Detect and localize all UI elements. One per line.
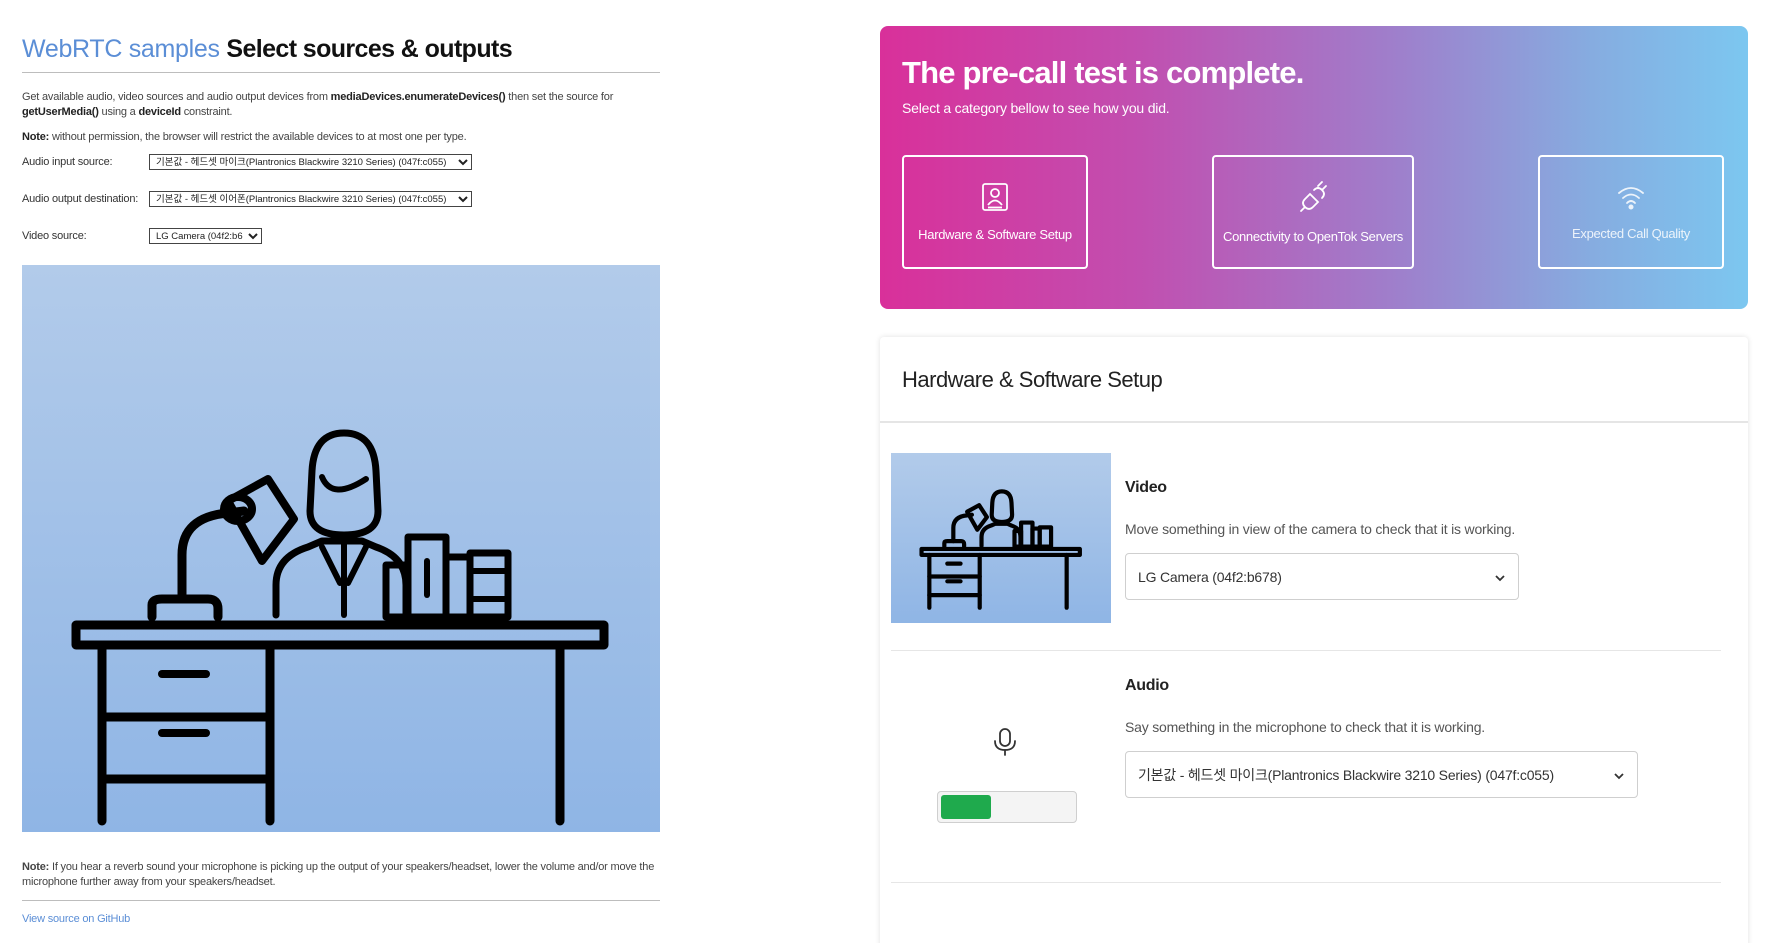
code-getusermedia: getUserMedia() <box>22 106 99 118</box>
camera-dropdown[interactable]: LG Camera (04f2:b678) <box>1125 553 1519 600</box>
video-desc: Move something in view of the camera to … <box>1125 521 1516 537</box>
video-source-label: Video source: <box>22 230 87 242</box>
page-title: WebRTC samples Select sources & outputs <box>22 30 660 73</box>
video-section: Video Move something in view of the came… <box>891 453 1721 651</box>
video-title: Video <box>1125 479 1167 496</box>
category-hardware-software[interactable]: Hardware & Software Setup <box>902 155 1088 269</box>
audio-input-select[interactable]: 기본값 - 헤드셋 마이크(Plantronics Blackwire 3210… <box>149 154 472 170</box>
precall-result-banner: The pre-call test is complete. Select a … <box>880 26 1748 309</box>
wifi-icon <box>1616 183 1646 214</box>
microphone-dropdown-value: 기본값 - 헤드셋 마이크(Plantronics Blackwire 3210… <box>1138 766 1554 783</box>
video-thumbnail <box>891 453 1111 623</box>
microphone-icon <box>992 727 1018 762</box>
audio-level-fill <box>941 795 992 819</box>
audio-output-label: Audio output destination: <box>22 193 139 205</box>
reverb-note: Note: If you hear a reverb sound your mi… <box>22 861 655 888</box>
plug-icon <box>1298 180 1328 217</box>
audio-output-row: Audio output destination: 기본값 - 헤드셋 이어폰(… <box>22 188 660 210</box>
github-source-link[interactable]: View source on GitHub <box>22 913 130 925</box>
video-source-row: Video source: LG Camera (04f2:b678) <box>22 225 660 247</box>
hardware-software-card: Hardware & Software Setup Video Move som… <box>880 337 1748 943</box>
audio-title: Audio <box>1125 677 1169 694</box>
banner-subtitle: Select a category bellow to see how you … <box>902 100 1170 116</box>
audio-desc: Say something in the microphone to check… <box>1125 719 1485 735</box>
page-title-text: Select sources & outputs <box>226 35 513 63</box>
category-label: Hardware & Software Setup <box>918 227 1072 242</box>
chevron-down-icon <box>1613 767 1625 783</box>
camera-dropdown-value: LG Camera (04f2:b678) <box>1138 568 1282 585</box>
webrtc-samples-link[interactable]: WebRTC samples <box>22 35 220 63</box>
audio-level-meter <box>937 791 1077 823</box>
user-badge-icon <box>981 182 1009 215</box>
footer-divider <box>22 900 660 901</box>
category-label: Connectivity to OpenTok Servers <box>1222 229 1403 244</box>
card-title: Hardware & Software Setup <box>880 337 1748 423</box>
audio-input-row: Audio input source: 기본값 - 헤드셋 마이크(Plantr… <box>22 151 660 173</box>
audio-input-label: Audio input source: <box>22 156 113 168</box>
permission-note: Note: without permission, the browser wi… <box>22 131 467 143</box>
webrtc-sample-page: WebRTC samples Select sources & outputs … <box>22 30 660 927</box>
category-label: Expected Call Quality <box>1572 226 1690 241</box>
desk-illustration <box>71 429 609 826</box>
category-call-quality[interactable]: Expected Call Quality <box>1538 155 1724 269</box>
banner-title: The pre-call test is complete. <box>902 55 1304 90</box>
code-deviceid: deviceId <box>138 106 181 118</box>
code-enumerate-devices: mediaDevices.enumerateDevices() <box>330 91 506 103</box>
video-source-select[interactable]: LG Camera (04f2:b678) <box>149 228 262 244</box>
category-connectivity[interactable]: Connectivity to OpenTok Servers <box>1212 155 1414 269</box>
description: Get available audio, video sources and a… <box>22 91 614 118</box>
chevron-down-icon <box>1494 569 1506 585</box>
audio-section: Audio Say something in the microphone to… <box>891 653 1721 883</box>
desk-thumbnail-illustration <box>919 489 1082 610</box>
video-preview <box>22 265 660 832</box>
audio-output-select[interactable]: 기본값 - 헤드셋 이어폰(Plantronics Blackwire 3210… <box>149 191 472 207</box>
microphone-dropdown[interactable]: 기본값 - 헤드셋 마이크(Plantronics Blackwire 3210… <box>1125 751 1638 798</box>
